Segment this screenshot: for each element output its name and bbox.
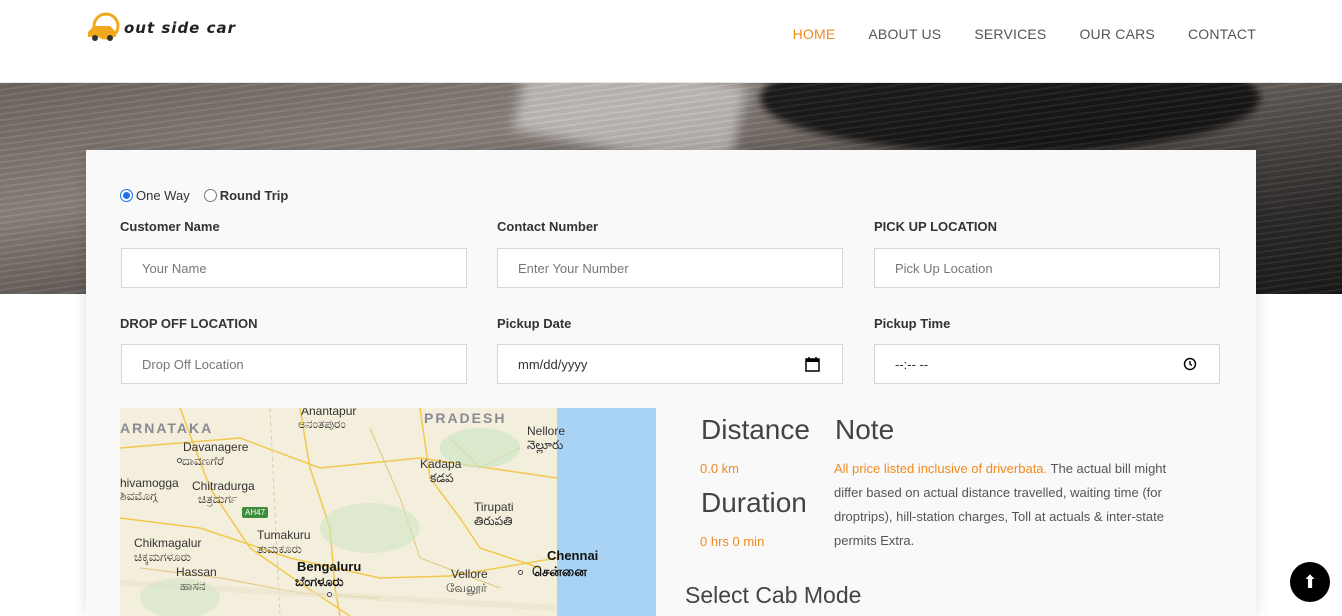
trip-type-selector: One Way Round Trip <box>120 188 288 203</box>
map-label-davanagere: Davanagere <box>183 440 249 454</box>
route-map[interactable]: ARNATAKA PRADESH Anantapur ಅನಂತಪುರಂ Dava… <box>120 408 656 616</box>
map-label-vellore-local: வேலூர் <box>446 581 487 595</box>
pickup-time-input[interactable]: --:-- -- <box>874 344 1220 384</box>
round-trip-option[interactable]: Round Trip <box>203 188 289 203</box>
map-label-chitradurga-local: ಚಿತ್ರದುರ್ಗ <box>198 492 238 506</box>
map-label-vellore: Vellore <box>451 567 488 581</box>
map-dot-davanagere <box>177 458 182 463</box>
customer-name-input[interactable]: Your Name <box>121 248 467 288</box>
pickup-location-input[interactable]: Pick Up Location <box>874 248 1220 288</box>
round-trip-label: Round Trip <box>219 188 289 203</box>
map-label-nellore-local: నెల్లూరు <box>527 438 564 452</box>
note-text: All price listed inclusive of driverbata… <box>834 457 1194 553</box>
map-highway-badge: AH47 <box>242 507 269 518</box>
pickup-time-label: Pickup Time <box>874 316 951 331</box>
drop-location-placeholder: Drop Off Location <box>142 356 244 372</box>
nav-services[interactable]: SERVICES <box>974 26 1046 42</box>
customer-name-placeholder: Your Name <box>142 260 207 276</box>
map-label-chikmagalur: Chikmagalur <box>134 536 202 550</box>
map-label-kadapa-local: కడప <box>430 471 454 485</box>
map-label-tumakuru: Tumakuru <box>257 528 311 542</box>
pickup-location-label: PICK UP LOCATION <box>874 219 998 234</box>
nav-about-us[interactable]: ABOUT US <box>868 26 941 42</box>
map-label-chennai-local: சென்னை <box>532 564 587 579</box>
pickup-date-value: mm/dd/yyyy <box>518 356 588 372</box>
map-label-tirupati-local: తిరుపతి <box>474 514 513 528</box>
pickup-location-placeholder: Pick Up Location <box>895 260 993 276</box>
clock-icon[interactable] <box>1183 357 1197 374</box>
main-nav: HOME ABOUT US SERVICES OUR CARS CONTACT <box>793 26 1256 42</box>
map-label-hassan-local: ಹಾಸನ <box>180 579 206 593</box>
pickup-time-value: --:-- -- <box>895 356 929 372</box>
map-sea <box>557 408 656 616</box>
contact-number-input[interactable]: Enter Your Number <box>497 248 843 288</box>
pickup-date-label: Pickup Date <box>497 316 572 331</box>
contact-number-label: Contact Number <box>497 219 599 234</box>
map-label-shivamogga: hivamogga <box>120 476 179 490</box>
arrow-up-icon: ⬆ <box>1302 571 1318 592</box>
map-label-shivamogga-local: ಶಿವಮೊಗ್ಗ <box>120 489 158 503</box>
one-way-radio[interactable] <box>120 189 133 202</box>
round-trip-radio[interactable] <box>203 189 217 202</box>
one-way-label: One Way <box>136 188 190 203</box>
map-dot-bengaluru <box>327 592 332 597</box>
map-label-nellore: Nellore <box>527 424 566 438</box>
scroll-top-button[interactable]: ⬆ <box>1290 562 1330 602</box>
map-label-chitradurga: Chitradurga <box>192 479 255 493</box>
customer-name-label: Customer Name <box>120 219 220 234</box>
duration-heading: Duration <box>701 487 807 518</box>
drop-location-label: DROP OFF LOCATION <box>120 316 258 331</box>
map-label-davanagere-local: ದಾವಣಗೆರೆ <box>182 454 225 468</box>
map-label-tumakuru-local: ತುಮಕೂರು <box>257 542 302 556</box>
booking-form-card: One Way Round Trip Customer Name Your Na… <box>86 150 1256 616</box>
map-dot-chennai <box>518 570 523 575</box>
note-heading: Note <box>835 414 895 445</box>
nav-home[interactable]: HOME <box>793 26 836 42</box>
distance-value: 0.0 km <box>700 461 740 476</box>
drop-location-input[interactable]: Drop Off Location <box>121 344 467 384</box>
map-label-pradesh: PRADESH <box>424 410 507 426</box>
map-label-hassan: Hassan <box>176 565 217 579</box>
brand-name: out side car <box>124 19 236 37</box>
car-logo-icon <box>86 12 120 44</box>
select-cab-heading: Select Cab Mode <box>685 582 862 608</box>
map-label-bengaluru-local: ಬೆಂಗಳೂರು <box>295 574 344 589</box>
contact-number-placeholder: Enter Your Number <box>518 260 629 276</box>
pickup-date-input[interactable]: mm/dd/yyyy <box>497 344 843 384</box>
distance-heading: Distance <box>701 414 810 445</box>
map-label-kadapa: Kadapa <box>420 457 462 471</box>
map-label-bengaluru: Bengaluru <box>297 559 362 574</box>
map-label-anantapur-local: ಅನಂತಪುರಂ <box>298 417 346 431</box>
map-label-chennai: Chennai <box>547 548 599 563</box>
duration-value: 0 hrs 0 min <box>700 534 765 549</box>
nav-our-cars[interactable]: OUR CARS <box>1079 26 1155 42</box>
note-highlight: All price listed inclusive of driverbata… <box>834 461 1048 476</box>
map-label-karnataka: ARNATAKA <box>120 420 214 436</box>
one-way-option[interactable]: One Way <box>120 188 190 203</box>
map-label-chikmagalur-local: ಚಿಕ್ಕಮಗಳೂರು <box>134 550 191 564</box>
logo[interactable]: out side car <box>86 12 236 44</box>
calendar-icon[interactable] <box>805 357 820 375</box>
site-header: out side car HOME ABOUT US SERVICES OUR … <box>0 0 1342 83</box>
nav-contact[interactable]: CONTACT <box>1188 26 1256 42</box>
map-label-tirupati: Tirupati <box>474 500 514 514</box>
